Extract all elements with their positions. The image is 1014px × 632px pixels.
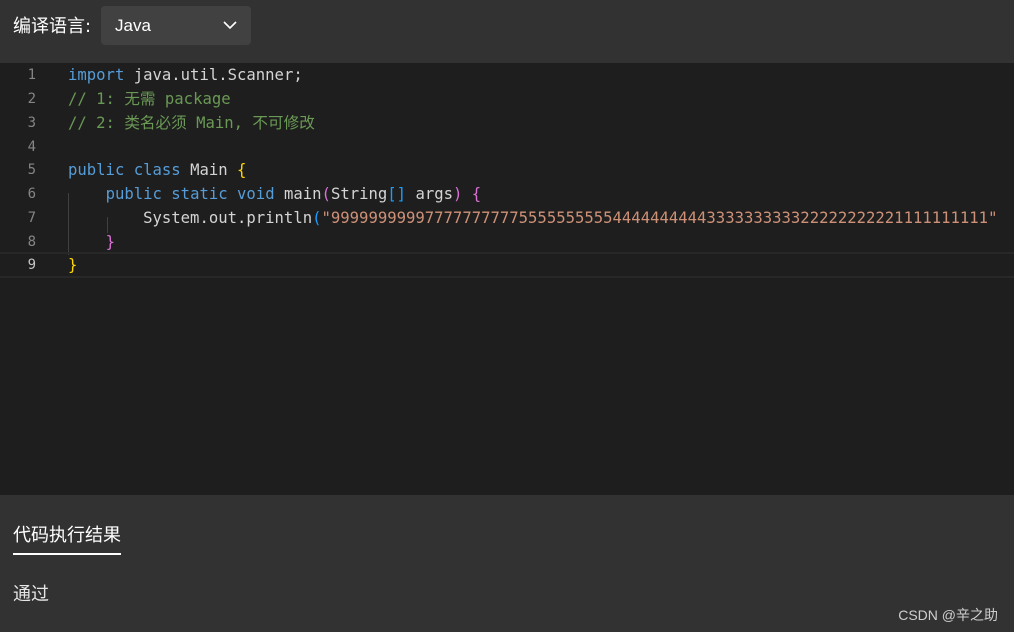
line-number: 5: [27, 162, 36, 178]
line-number: 7: [27, 210, 36, 226]
line-number: 1: [27, 67, 36, 83]
code-line-4: 4: [0, 135, 1014, 159]
language-select[interactable]: Java: [101, 6, 251, 45]
code-line-2: 2 // 1: 无需 package: [0, 87, 1014, 111]
chevron-down-icon: [223, 21, 237, 30]
toolbar: 编译语言: Java: [0, 0, 1014, 63]
paren: (: [321, 185, 331, 203]
paren: (: [312, 209, 322, 227]
bracket: []: [387, 185, 407, 203]
keyword: public: [105, 185, 162, 203]
tab-code-result[interactable]: 代码执行结果: [13, 525, 121, 555]
code-text: java.util.Scanner;: [124, 66, 303, 84]
brace: }: [105, 233, 115, 251]
result-status: 通过: [13, 584, 49, 605]
brace: {: [237, 161, 247, 179]
code-line-6: 6 public static void main(String[] args)…: [0, 182, 1014, 206]
code-line-1: 1 import java.util.Scanner;: [0, 63, 1014, 87]
line-number: 8: [27, 234, 36, 250]
keyword: class: [133, 161, 181, 179]
line-number: 3: [27, 115, 36, 131]
line-number: 4: [27, 139, 36, 155]
code-editor[interactable]: 1 import java.util.Scanner; 2 // 1: 无需 p…: [0, 63, 1014, 495]
language-select-value: Java: [115, 16, 151, 35]
comment: // 1: 无需 package: [68, 90, 231, 108]
paren: ): [453, 185, 463, 203]
language-label: 编译语言:: [13, 16, 92, 37]
watermark: CSDN @辛之助: [898, 607, 998, 623]
code-line-7: 7 System.out.println("999999999977777777…: [0, 206, 1014, 230]
brace: }: [68, 256, 78, 274]
code-text: String: [330, 185, 388, 203]
code-line-8: 8 }: [0, 230, 1014, 254]
code-text: Main: [180, 161, 238, 179]
line-number: 2: [27, 91, 36, 107]
code-text: main: [274, 185, 322, 203]
keyword: public: [68, 161, 125, 179]
code-text: System.out.println: [143, 209, 313, 227]
string-literal: "999999999977777777775555555555444444444…: [321, 209, 998, 227]
keyword: static: [171, 185, 228, 203]
comment: // 2: 类名必须 Main, 不可修改: [68, 114, 315, 132]
code-line-3: 3 // 2: 类名必须 Main, 不可修改: [0, 111, 1014, 135]
line-number: 9: [27, 257, 36, 273]
brace: {: [471, 185, 482, 203]
line-number: 6: [27, 186, 36, 202]
keyword: import: [68, 66, 125, 84]
keyword: void: [237, 185, 275, 203]
code-line-5: 5 public class Main {: [0, 158, 1014, 182]
results-panel: 代码执行结果 通过 CSDN @辛之助: [0, 495, 1014, 632]
code-text: args: [406, 185, 454, 203]
code-line-9: 9 }: [0, 252, 1014, 278]
